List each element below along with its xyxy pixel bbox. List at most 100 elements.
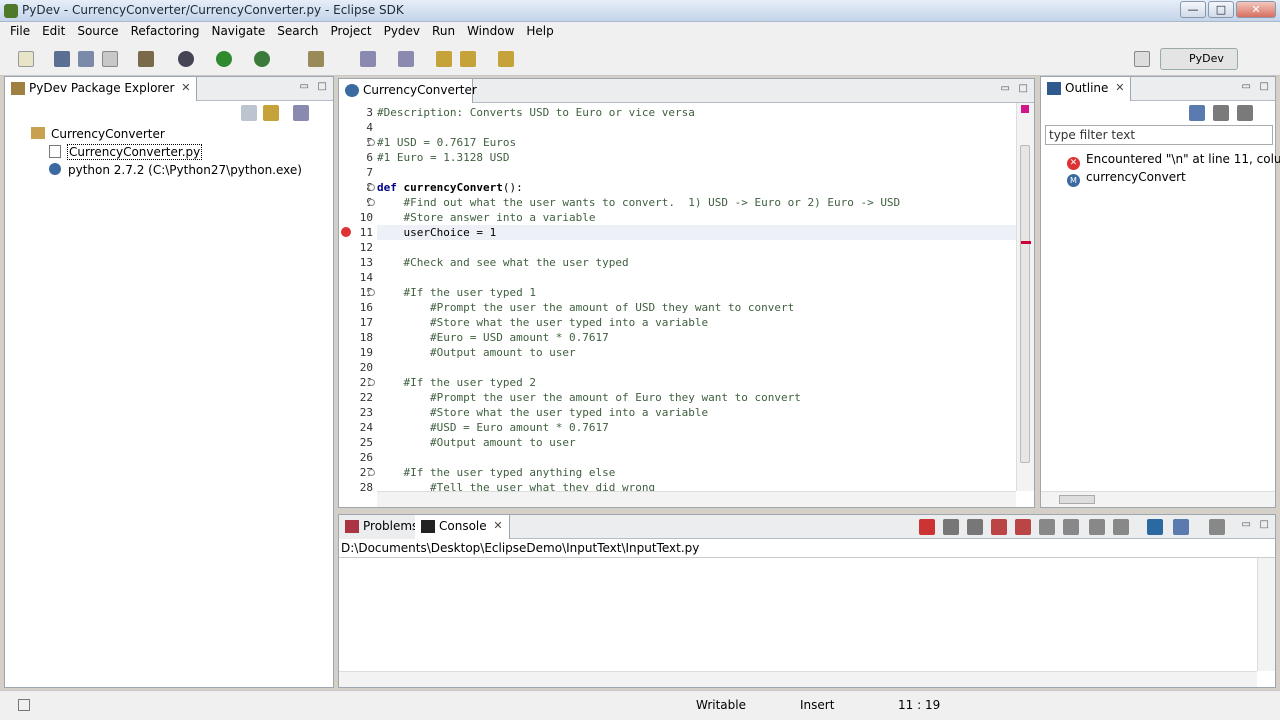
menu-window[interactable]: Window [461, 22, 520, 42]
fold-toggle-icon[interactable] [368, 139, 375, 146]
collapse-all-icon[interactable] [241, 105, 257, 121]
menu-pydev[interactable]: Pydev [378, 22, 426, 42]
maximize-view-icon[interactable]: □ [1260, 81, 1269, 92]
tab-console[interactable]: Console ✕ [415, 515, 510, 539]
view-menu-icon[interactable] [293, 105, 309, 121]
fold-toggle-icon[interactable] [368, 199, 375, 206]
remove-launch-icon[interactable] [943, 519, 959, 535]
code-area[interactable]: #Description: Converts USD to Euro or vi… [377, 103, 1016, 491]
console-vertical-scrollbar[interactable] [1257, 558, 1275, 671]
code-line[interactable]: #If the user typed 1 [377, 285, 535, 300]
view-menu-icon[interactable] [1209, 519, 1225, 535]
minimize-view-icon[interactable]: ▭ [1242, 519, 1251, 530]
code-line[interactable]: userChoice = 1 [377, 225, 1016, 240]
code-line[interactable]: #Description: Converts USD to Euro or vi… [377, 105, 695, 120]
external-tools-icon[interactable] [254, 51, 270, 67]
code-line[interactable]: #Store answer into a variable [377, 210, 595, 225]
show-console-icon[interactable] [1173, 519, 1189, 535]
next-annotation-icon[interactable] [360, 51, 376, 67]
code-line[interactable]: #Prompt the user the amount of USD they … [377, 300, 794, 315]
code-line[interactable]: #Tell the user what they did wrong [377, 480, 655, 491]
code-line[interactable]: #Store what the user typed into a variab… [377, 315, 708, 330]
menu-project[interactable]: Project [325, 22, 378, 42]
code-line[interactable]: #If the user typed 2 [377, 375, 535, 390]
scroll-thumb[interactable] [1020, 145, 1030, 463]
outline-filter-input[interactable]: type filter text [1045, 125, 1273, 145]
display-selected-icon[interactable] [1063, 519, 1079, 535]
maximize-view-icon[interactable]: □ [1260, 519, 1269, 530]
code-line[interactable]: #Prompt the user the amount of Euro they… [377, 390, 801, 405]
save-icon[interactable] [54, 51, 70, 67]
sort-icon[interactable] [1189, 105, 1205, 121]
scroll-lock-icon[interactable] [1015, 519, 1031, 535]
fold-toggle-icon[interactable] [368, 289, 375, 296]
hide-methods-icon[interactable] [1237, 105, 1253, 121]
code-line[interactable]: #If the user typed anything else [377, 465, 615, 480]
run-icon[interactable] [216, 51, 232, 67]
maximize-button[interactable]: □ [1208, 1, 1234, 18]
tree-item-file[interactable]: CurrencyConverter.py [49, 143, 203, 161]
error-icon[interactable] [341, 227, 351, 237]
forward-icon[interactable] [498, 51, 514, 67]
previous-annotation-icon[interactable] [398, 51, 414, 67]
word-wrap-icon[interactable] [1113, 519, 1129, 535]
terminate-icon[interactable] [919, 519, 935, 535]
remove-all-icon[interactable] [967, 519, 983, 535]
minimize-view-icon[interactable]: ▭ [1001, 83, 1010, 94]
menu-run[interactable]: Run [426, 22, 461, 42]
outline-horizontal-scrollbar[interactable] [1041, 491, 1275, 507]
link-editor-icon[interactable] [263, 105, 279, 121]
code-line[interactable]: #1 Euro = 1.3128 USD [377, 150, 509, 165]
open-perspective-icon[interactable] [1134, 51, 1150, 67]
tree-item-interpreter[interactable]: python 2.7.2 (C:\Python27\python.exe) [49, 161, 302, 179]
menu-help[interactable]: Help [520, 22, 559, 42]
error-overview-marker[interactable] [1021, 241, 1031, 244]
code-line[interactable]: #Output amount to user [377, 345, 576, 360]
code-line[interactable]: #1 USD = 0.7617 Euros [377, 135, 516, 150]
new-file-icon[interactable] [18, 51, 34, 67]
pen-icon[interactable] [308, 51, 324, 67]
menu-edit[interactable]: Edit [36, 22, 71, 42]
tab-editor-file[interactable]: CurrencyConverter [339, 79, 477, 103]
scroll-thumb[interactable] [1059, 495, 1095, 504]
close-tab-icon[interactable]: ✕ [1115, 77, 1124, 99]
code-line[interactable]: #Find out what the user wants to convert… [377, 195, 900, 210]
outline-item-error[interactable]: ✕ Encountered "\n" at line 11, column [1067, 150, 1280, 170]
print-icon[interactable] [102, 51, 118, 67]
close-tab-icon[interactable]: ✕ [181, 77, 190, 99]
minimize-view-icon[interactable]: ▭ [300, 81, 309, 92]
console-horizontal-scrollbar[interactable] [339, 671, 1257, 687]
pin-console-icon[interactable] [1039, 519, 1055, 535]
menu-navigate[interactable]: Navigate [205, 22, 271, 42]
perspective-pydev-button[interactable]: PyDev [1160, 48, 1238, 70]
maximize-view-icon[interactable]: □ [318, 81, 327, 92]
open-console-icon[interactable] [1089, 519, 1105, 535]
fold-toggle-icon[interactable] [368, 379, 375, 386]
new-console-icon[interactable] [1147, 519, 1163, 535]
code-line[interactable]: #Check and see what the user typed [377, 255, 628, 270]
fast-view-icon[interactable] [18, 699, 30, 711]
menu-search[interactable]: Search [271, 22, 324, 42]
menu-source[interactable]: Source [71, 22, 124, 42]
editor-vertical-scrollbar[interactable] [1016, 103, 1034, 491]
code-line[interactable]: #USD = Euro amount * 0.7617 [377, 420, 609, 435]
last-edit-icon[interactable] [436, 51, 452, 67]
minimize-button[interactable]: — [1180, 1, 1206, 18]
tree-item-project[interactable]: CurrencyConverter [31, 125, 165, 143]
menu-refactoring[interactable]: Refactoring [125, 22, 206, 42]
maximize-view-icon[interactable]: □ [1019, 83, 1028, 94]
back-icon[interactable] [460, 51, 476, 67]
fold-toggle-icon[interactable] [368, 469, 375, 476]
code-line[interactable]: def currencyConvert(): [377, 180, 523, 195]
save-all-icon[interactable] [78, 51, 94, 67]
minimize-view-icon[interactable]: ▭ [1242, 81, 1251, 92]
fold-toggle-icon[interactable] [368, 184, 375, 191]
code-line[interactable]: #Output amount to user [377, 435, 576, 450]
outline-item-function[interactable]: McurrencyConvert [1067, 168, 1186, 187]
code-line[interactable]: #Euro = USD amount * 0.7617 [377, 330, 609, 345]
tab-outline[interactable]: Outline ✕ [1041, 77, 1132, 101]
close-tab-icon[interactable]: ✕ [493, 515, 502, 537]
editor-horizontal-scrollbar[interactable] [377, 491, 1016, 507]
clear-console-icon[interactable] [991, 519, 1007, 535]
hide-fields-icon[interactable] [1213, 105, 1229, 121]
